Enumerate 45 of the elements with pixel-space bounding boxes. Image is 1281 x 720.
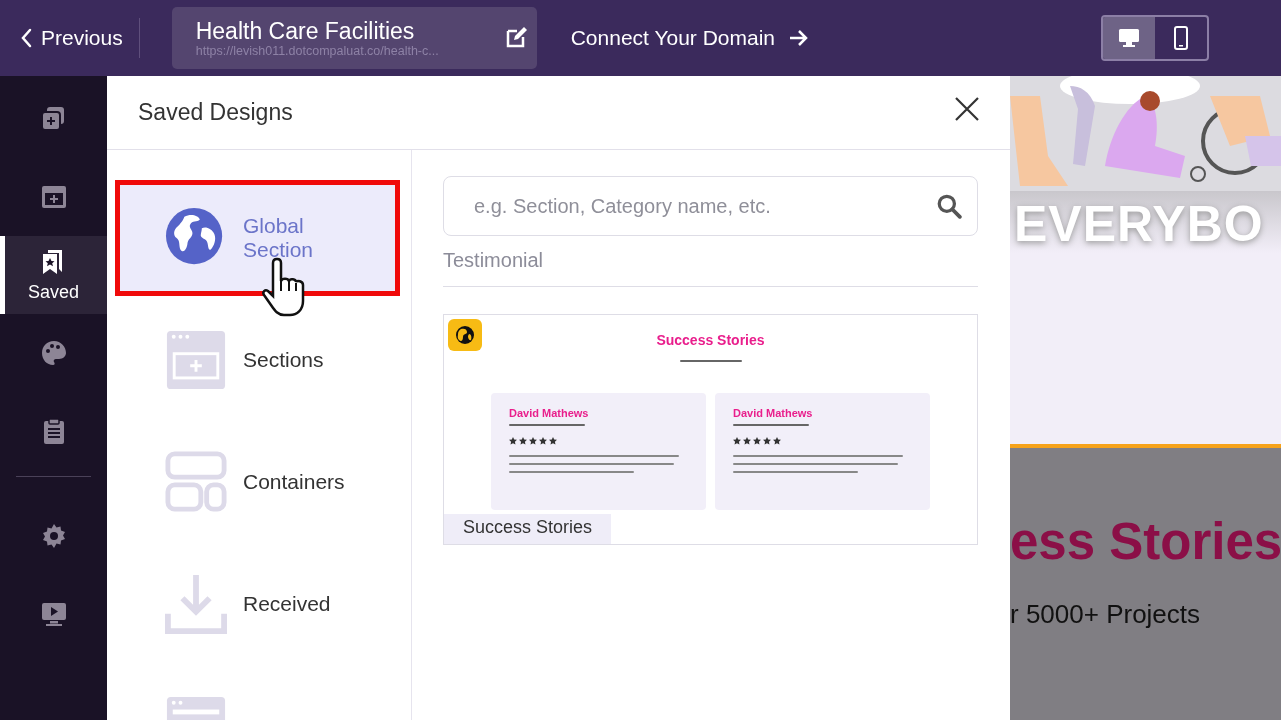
desktop-view-button[interactable] [1103,17,1155,59]
edit-icon [504,26,529,50]
desktop-icon [1117,26,1141,50]
star-icon [519,437,527,445]
group-heading: Testimonial [443,249,978,287]
star-icon [753,437,761,445]
search-icon [936,193,962,219]
star-icon [773,437,781,445]
saved-tool[interactable]: Saved [0,236,107,314]
arrow-right-icon [787,28,809,48]
star-icon [733,437,741,445]
text-line [679,360,742,362]
star-icon [509,437,517,445]
edit-button[interactable] [504,26,529,50]
monitor-play-icon [39,600,68,628]
close-button[interactable] [954,95,980,122]
previous-button[interactable]: Previous [20,22,123,54]
design-name: Success Stories [444,514,612,544]
close-icon [954,95,980,122]
design-card[interactable]: Success Stories David Mathews David Mathews Success Stories [443,314,978,545]
category-item[interactable]: Global Section [115,180,400,296]
section-heading: ess Stories [1010,516,1281,567]
window-plus-icon [39,183,68,211]
star-icon [539,437,547,445]
search-field[interactable]: e.g. Section, Category name, etc. [443,176,978,236]
category-item[interactable]: Received [115,546,400,662]
star-icon [743,437,751,445]
section-subheading: r 5000+ Projects [1010,599,1202,630]
testimonial-name: David Mathews [509,407,590,419]
star-icon [763,437,771,445]
star-icon [549,437,557,445]
page-title: Health Care Facilities [195,18,416,44]
testimonial-name: David Mathews [733,407,814,419]
globe-icon [455,325,475,345]
category-item[interactable]: Containers [115,424,400,540]
star-icon [529,437,537,445]
download-icon [165,573,227,635]
thumbnail-title: Success Stories [656,332,765,348]
palette-icon [39,339,68,367]
page-url: https://levish011.dotcompaluat.co/health-c... [195,44,440,58]
connect-domain-link[interactable]: Connect Your Domain [570,26,809,50]
panel-title: Saved Designs [138,99,293,126]
layout-blocks-icon [165,451,227,513]
window-plus-icon [165,329,227,391]
back-chevron-icon [20,28,33,48]
